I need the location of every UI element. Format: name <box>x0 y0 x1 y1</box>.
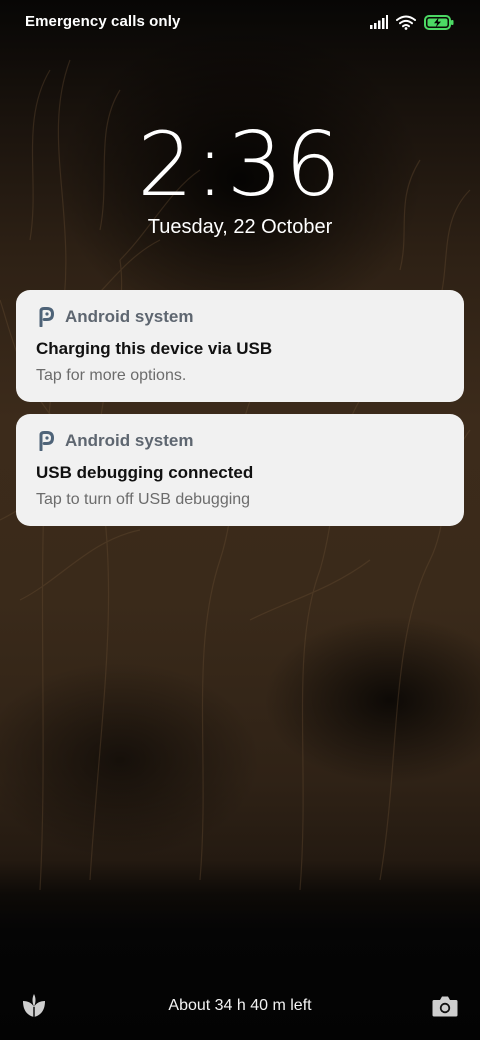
notification-usb-charging[interactable]: Android system Charging this device via … <box>16 290 464 402</box>
battery-charging-icon <box>424 14 454 30</box>
notification-body: Tap for more options. <box>36 367 187 384</box>
notification-header: Android system <box>37 307 193 327</box>
battery-estimate-text: About 34 h 40 m left <box>168 997 312 1014</box>
lockscreen-bottom-bar: About 34 h 40 m left <box>0 985 480 1027</box>
lockscreen-clock: 2:36 <box>137 113 343 216</box>
notification-app-name: Android system <box>65 307 194 326</box>
signal-icon <box>370 15 388 29</box>
android-system-icon <box>37 307 55 327</box>
status-icons <box>370 12 454 32</box>
notification-title: Charging this device via USB <box>36 339 273 358</box>
notification-body: Tap to turn off USB debugging <box>36 491 251 508</box>
android-system-icon <box>37 431 55 451</box>
notification-header: Android system <box>37 431 193 451</box>
lockscreen-date: Tuesday, 22 October <box>147 216 333 238</box>
status-bar: Emergency calls only <box>0 0 480 44</box>
notification-title: USB debugging connected <box>36 463 254 482</box>
notification-app-name: Android system <box>65 431 194 450</box>
carrier-status-text: Emergency calls only <box>25 13 181 30</box>
notification-usb-debugging[interactable]: Android system USB debugging connected T… <box>16 414 464 526</box>
wifi-icon <box>396 15 416 30</box>
camera-icon[interactable] <box>431 993 459 1019</box>
